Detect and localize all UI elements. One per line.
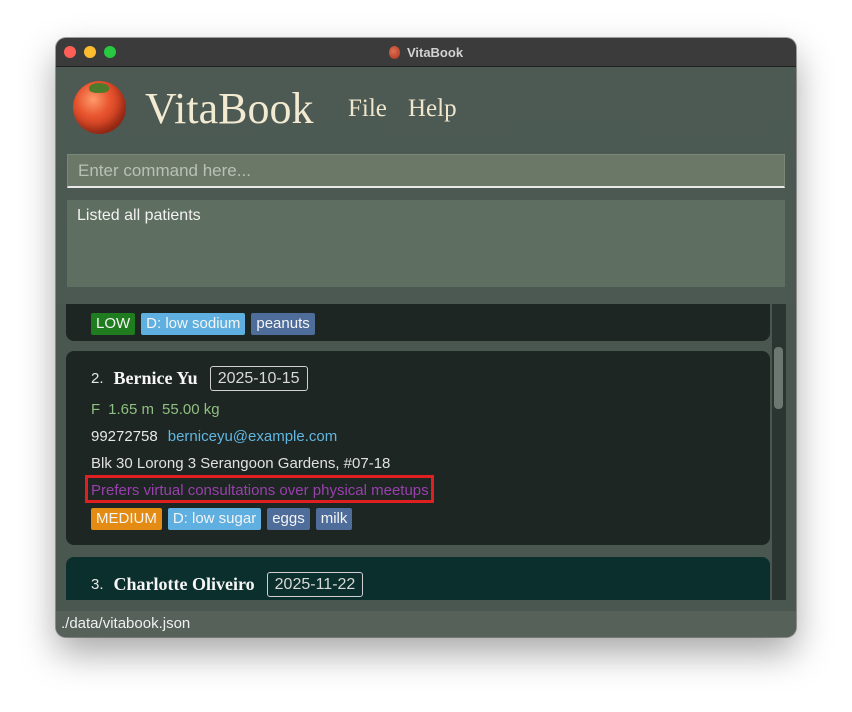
appointment-date-badge: 2025-10-15 — [209, 366, 308, 391]
window-title: VitaBook — [406, 44, 464, 60]
patient-weight: 55.00 kg — [162, 401, 220, 418]
patient-name: Charlotte Oliveiro — [113, 574, 255, 594]
patient-card[interactable]: 3. Charlotte Oliveiro 2025-11-22 — [66, 557, 770, 600]
diet-tag: D: low sugar — [167, 508, 262, 530]
patient-name-row: 2. Bernice Yu 2025-10-15 — [91, 366, 308, 391]
data-file-path: ./data/vitabook.json — [61, 615, 191, 632]
app-body: VitaBook File Help Listed all patients L… — [56, 67, 796, 637]
app-header: VitaBook File Help — [56, 67, 796, 151]
priority-tag: LOW — [91, 313, 136, 335]
window-title-wrap: VitaBook — [56, 38, 796, 66]
tag-row: LOW D: low sodium peanuts — [91, 313, 315, 335]
allergy-tag: milk — [315, 508, 353, 530]
patient-card[interactable]: 2. Bernice Yu 2025-10-15 F 1.65 m 55.00 kg… — [66, 351, 770, 545]
status-bar: ./data/vitabook.json — [56, 611, 796, 637]
priority-tag: MEDIUM — [91, 508, 162, 530]
patient-email: berniceyu@example.com — [167, 428, 338, 445]
app-name: VitaBook — [145, 84, 314, 133]
physical-info: F 1.65 m 55.00 kg — [91, 401, 228, 418]
patient-name-row: 3. Charlotte Oliveiro 2025-11-22 — [91, 572, 364, 597]
patient-address: Blk 30 Lorong 3 Serangoon Gardens, #07-1… — [91, 455, 391, 472]
patient-card[interactable]: LOW D: low sodium peanuts — [66, 304, 770, 341]
tomato-leaf — [89, 83, 109, 93]
allergy-tag: eggs — [267, 508, 310, 530]
patient-index: 3. — [91, 576, 104, 593]
app-window: VitaBook VitaBook File Help Listed all p… — [56, 38, 796, 637]
patient-index: 2. — [91, 370, 104, 387]
tomato-logo-icon — [73, 81, 126, 134]
note-highlight-box — [85, 475, 434, 503]
allergy-tag: peanuts — [251, 313, 315, 335]
tomato-icon — [388, 45, 400, 59]
result-message: Listed all patients — [77, 207, 201, 224]
menu-help[interactable]: Help — [408, 93, 457, 125]
appointment-date-badge: 2025-11-22 — [266, 572, 364, 597]
result-display: Listed all patients — [67, 200, 785, 287]
command-input[interactable] — [67, 154, 785, 188]
diet-tag: D: low sodium — [141, 313, 246, 335]
patient-name: Bernice Yu — [113, 368, 198, 388]
title-bar: VitaBook — [56, 38, 796, 67]
patient-gender: F — [91, 401, 101, 418]
contact-info: 99272758 berniceyu@example.com — [91, 428, 337, 445]
patient-phone: 99272758 — [91, 428, 158, 445]
menu-file[interactable]: File — [348, 93, 387, 125]
patient-list[interactable]: LOW D: low sodium peanuts 2. Bernice Yu … — [56, 304, 796, 600]
patient-height: 1.65 m — [108, 401, 155, 418]
tag-row: MEDIUM D: low sugar eggs milk — [91, 508, 353, 530]
scrollbar-thumb[interactable] — [774, 347, 783, 409]
